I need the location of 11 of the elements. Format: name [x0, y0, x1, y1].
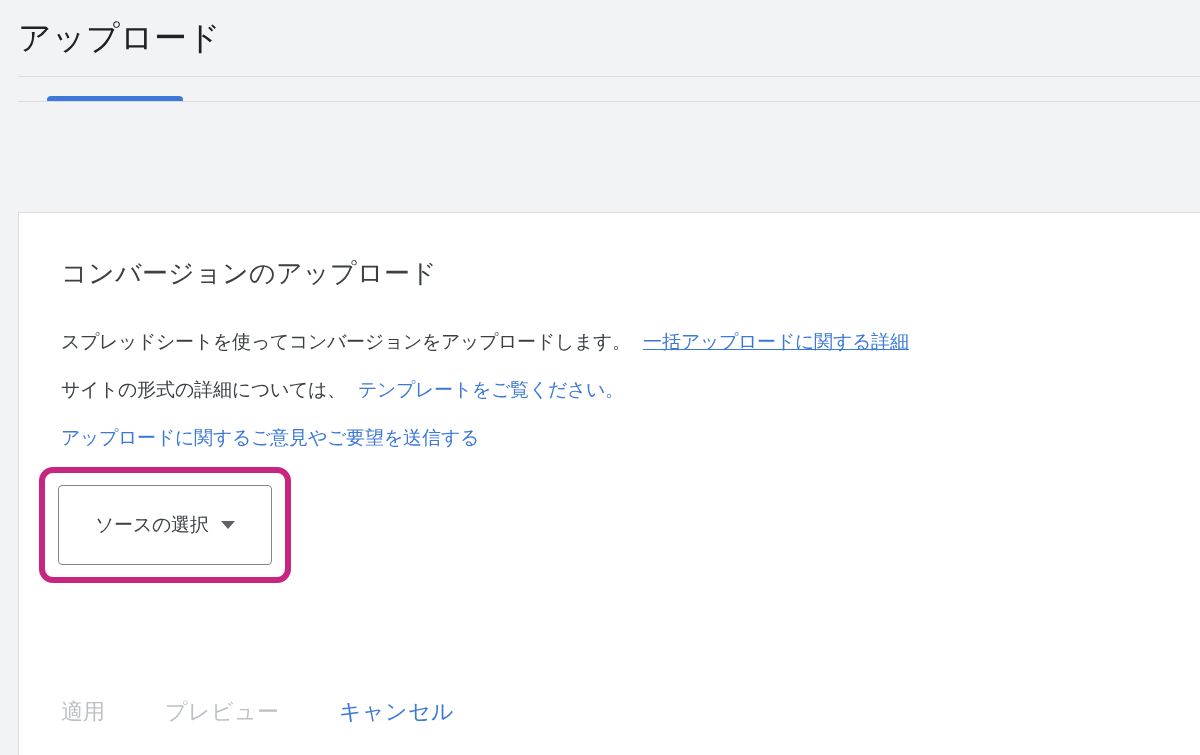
action-button[interactable]: キャンセル — [329, 697, 464, 727]
card-title: コンバージョンのアップロード — [61, 257, 438, 290]
help-link[interactable]: テンプレートをご覧ください。 — [358, 378, 624, 400]
page-title: アップロード — [18, 17, 222, 59]
help-link[interactable]: 一括アップロードに関する詳細 — [643, 330, 909, 352]
description-text: スプレッドシートを使ってコンバージョンをアップロードします。 — [61, 330, 631, 352]
source-dropdown[interactable]: ソースの選択 — [58, 485, 272, 565]
caret-icon — [221, 521, 235, 529]
description-text: サイトの形式の詳細については、 — [61, 378, 346, 400]
help-link[interactable]: アップロードに関するご意見やご要望を送信する — [61, 426, 479, 448]
tab-indicator[interactable] — [47, 96, 183, 101]
